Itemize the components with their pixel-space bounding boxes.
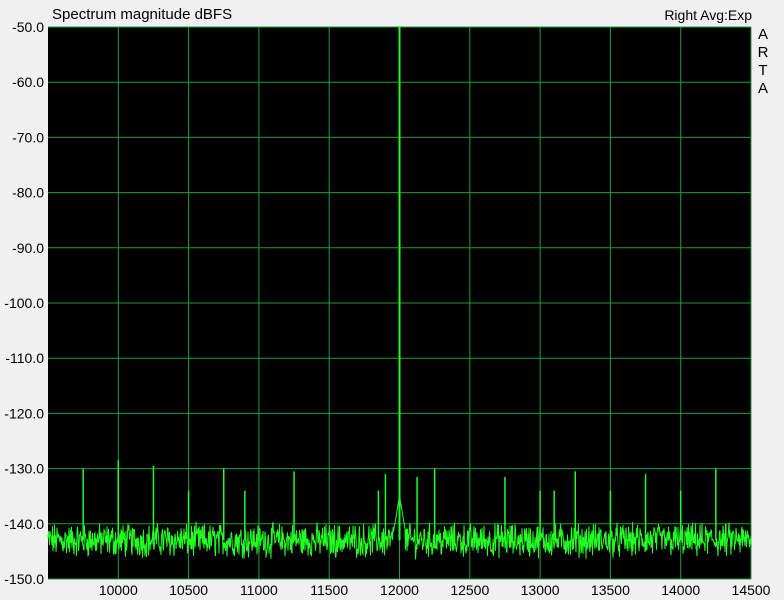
y-tick-label: -90.0 — [12, 240, 44, 256]
y-tick-label: -100.0 — [4, 295, 44, 311]
y-tick-label: -120.0 — [4, 405, 44, 421]
y-tick-label: -110.0 — [5, 350, 44, 366]
y-tick-label: -130.0 — [4, 461, 44, 477]
x-tick-label: 13000 — [521, 582, 560, 598]
y-tick-label: -150.0 — [4, 571, 44, 587]
x-tick-label: 10500 — [169, 582, 208, 598]
y-tick-label: -60.0 — [12, 74, 44, 90]
x-tick-label: 11500 — [310, 582, 348, 598]
x-tick-label: 14000 — [661, 582, 700, 598]
x-axis: 10000 10500 11000 11500 12000 12500 13000 13500… — [99, 582, 771, 598]
x-tick-label: 12500 — [450, 582, 489, 598]
y-tick-label: -50.0 — [12, 19, 44, 35]
x-tick-label: 13500 — [591, 582, 630, 598]
y-axis: -50.0 -60.0 -70.0 -80.0 -90.0 -100.0 -110.0 -12… — [4, 19, 44, 587]
y-tick-label: -70.0 — [12, 129, 44, 145]
y-tick-label: -140.0 — [4, 516, 44, 532]
x-tick-label: 11000 — [240, 582, 278, 598]
y-tick-label: -80.0 — [12, 185, 44, 201]
x-tick-label: 12000 — [380, 582, 419, 598]
x-tick-label: 14500 — [732, 582, 771, 598]
spectrum-chart: -50.0 -60.0 -70.0 -80.0 -90.0 -100.0 -110.0 -12… — [4, 19, 771, 598]
x-tick-label: 10000 — [99, 582, 138, 598]
